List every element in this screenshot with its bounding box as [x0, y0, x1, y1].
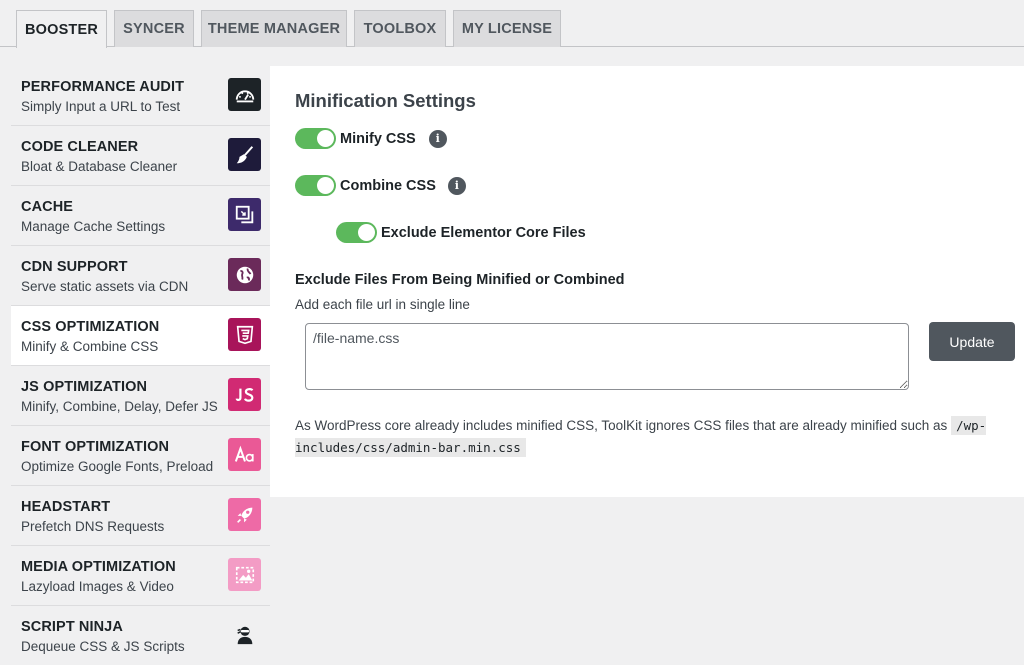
sidebar-item-title: CACHE	[21, 199, 74, 215]
sidebar-item-js-optimization[interactable]: JS OPTIMIZATION Minify, Combine, Delay, …	[11, 366, 270, 426]
sidebar-item-subtitle: Bloat & Database Cleaner	[21, 159, 178, 174]
sidebar-item-subtitle: Minify & Combine CSS	[21, 339, 159, 354]
speedometer-icon	[228, 78, 261, 111]
sidebar-item-script-ninja[interactable]: SCRIPT NINJA Dequeue CSS & JS Scripts	[11, 606, 270, 665]
sidebar-item-subtitle: Optimize Google Fonts, Preload	[21, 459, 214, 474]
rocket-icon	[228, 498, 261, 531]
exclude-elementor-toggle[interactable]	[336, 222, 377, 243]
sidebar-item-subtitle: Lazyload Images & Video	[21, 579, 174, 594]
exclude-files-textarea[interactable]	[305, 323, 909, 390]
sidebar-item-media-optimization[interactable]: MEDIA OPTIMIZATION Lazyload Images & Vid…	[11, 546, 270, 606]
minify-css-toggle[interactable]	[295, 128, 336, 149]
settings-panel: Minification Settings Minify CSS i Combi…	[270, 66, 1024, 497]
sidebar-item-title: CSS OPTIMIZATION	[21, 319, 160, 335]
globe-icon	[228, 258, 261, 291]
sidebar-item-title: CDN SUPPORT	[21, 259, 128, 275]
tab-toolbox[interactable]: TOOLBOX	[354, 10, 446, 47]
exclude-elementor-row: Exclude Elementor Core Files	[336, 222, 586, 243]
sidebar-item-subtitle: Manage Cache Settings	[21, 219, 166, 234]
page-title: Minification Settings	[295, 90, 476, 111]
sidebar-item-performance-audit[interactable]: PERFORMANCE AUDIT Simply Input a URL to …	[11, 66, 270, 126]
sidebar-item-subtitle: Simply Input a URL to Test	[21, 99, 181, 114]
exclude-files-hint: Add each file url in single line	[295, 297, 470, 312]
sidebar-item-subtitle: Minify, Combine, Delay, Defer JS	[21, 399, 218, 414]
exclude-files-heading: Exclude Files From Being Minified or Com…	[295, 272, 625, 288]
js-icon	[228, 378, 261, 411]
sidebar-item-cache[interactable]: CACHE Manage Cache Settings	[11, 186, 270, 246]
image-icon	[228, 558, 261, 591]
combine-css-label: Combine CSS	[340, 177, 436, 194]
css3-icon	[228, 318, 261, 351]
sidebar-item-title: CODE CLEANER	[21, 139, 139, 155]
minify-css-label: Minify CSS	[340, 130, 416, 147]
sidebar-item-cdn-support[interactable]: CDN SUPPORT Serve static assets via CDN	[11, 246, 270, 306]
tab-booster[interactable]: BOOSTER	[16, 10, 107, 48]
sidebar-item-title: PERFORMANCE AUDIT	[21, 79, 185, 95]
tab-bar: BOOSTER SYNCER THEME MANAGER TOOLBOX MY …	[0, 0, 1024, 48]
sidebar-item-title: MEDIA OPTIMIZATION	[21, 559, 176, 575]
minified-css-note: As WordPress core already includes minif…	[295, 415, 1015, 459]
combine-css-row: Combine CSS i	[295, 175, 466, 196]
info-icon[interactable]: i	[447, 176, 466, 195]
sidebar-item-font-optimization[interactable]: FONT OPTIMIZATION Optimize Google Fonts,…	[11, 426, 270, 486]
sidebar-item-subtitle: Dequeue CSS & JS Scripts	[21, 639, 185, 654]
tab-label: MY LICENSE	[461, 21, 553, 37]
tab-my-license[interactable]: MY LICENSE	[453, 10, 561, 47]
font-icon	[228, 438, 261, 471]
sidebar: PERFORMANCE AUDIT Simply Input a URL to …	[11, 66, 270, 665]
sidebar-item-code-cleaner[interactable]: CODE CLEANER Bloat & Database Cleaner	[11, 126, 270, 186]
sidebar-item-subtitle: Serve static assets via CDN	[21, 279, 189, 294]
sidebar-item-css-optimization[interactable]: CSS OPTIMIZATION Minify & Combine CSS	[11, 306, 270, 366]
tab-label: SYNCER	[123, 21, 185, 37]
update-button[interactable]: Update	[929, 322, 1015, 361]
tab-label: THEME MANAGER	[207, 21, 341, 37]
sidebar-item-title: FONT OPTIMIZATION	[21, 439, 170, 455]
sidebar-item-title: JS OPTIMIZATION	[21, 379, 148, 395]
combine-css-toggle[interactable]	[295, 175, 336, 196]
ninja-icon	[228, 618, 261, 651]
broom-icon	[228, 138, 261, 171]
sidebar-item-headstart[interactable]: HEADSTART Prefetch DNS Requests	[11, 486, 270, 546]
info-icon[interactable]: i	[428, 129, 447, 148]
exclude-elementor-label: Exclude Elementor Core Files	[381, 224, 586, 241]
tab-label: BOOSTER	[24, 21, 99, 38]
tab-syncer[interactable]: SYNCER	[114, 10, 194, 47]
minify-css-row: Minify CSS i	[295, 128, 447, 149]
tab-label: TOOLBOX	[363, 21, 437, 37]
sidebar-item-subtitle: Prefetch DNS Requests	[21, 519, 165, 534]
sidebar-item-title: SCRIPT NINJA	[21, 619, 123, 635]
cache-icon	[228, 198, 261, 231]
note-text: As WordPress core already includes minif…	[295, 418, 948, 433]
sidebar-item-title: HEADSTART	[21, 499, 111, 515]
tab-theme-manager[interactable]: THEME MANAGER	[201, 10, 347, 47]
